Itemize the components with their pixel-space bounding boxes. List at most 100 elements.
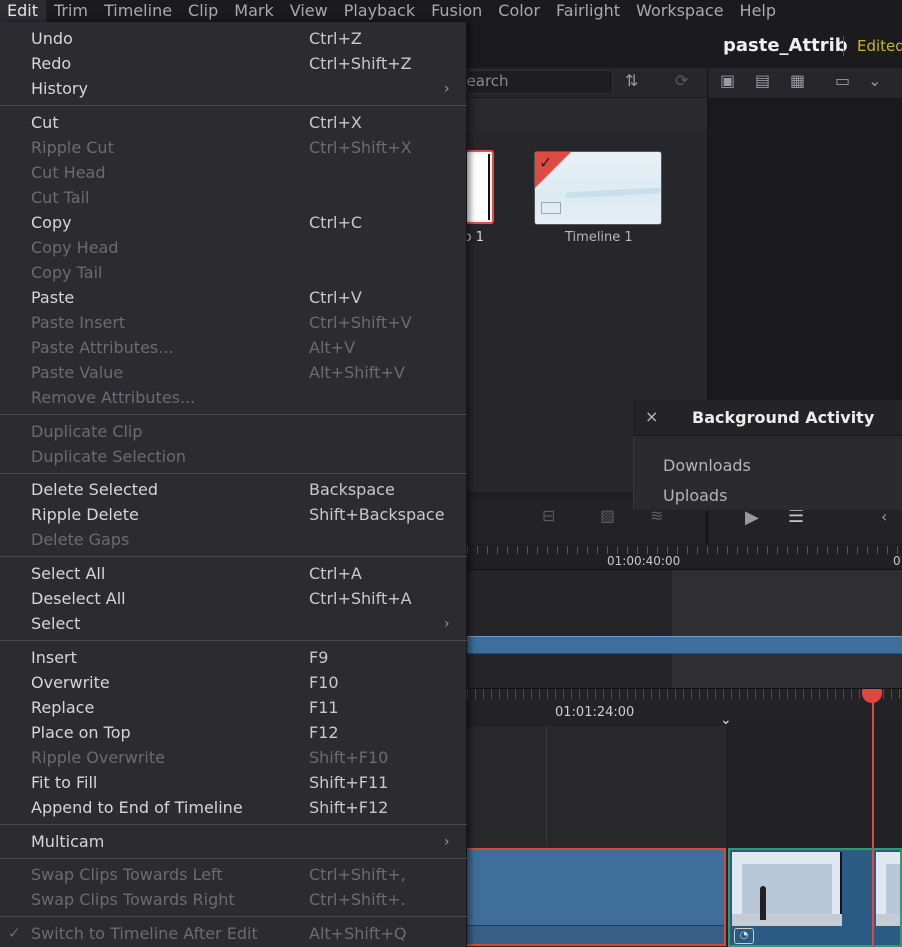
menu-workspace[interactable]: Workspace [628,0,731,22]
sliders-icon[interactable]: ☰ [788,508,804,526]
menu-separator [0,640,467,641]
menu-item-cut[interactable]: Cut Ctrl+X [0,110,467,135]
menu-item-cut-head[interactable]: Cut Head [0,160,467,185]
clip-thumbnail-timeline[interactable]: ✓ [534,151,662,225]
menu-item-duplicate-clip[interactable]: Duplicate Clip [0,419,467,444]
project-status: Edited [857,37,902,55]
ruler-ticks [467,689,902,699]
resolve-window: Edit Trim Timeline Clip Mark View Playba… [0,0,902,947]
menu-item-copy-head[interactable]: Copy Head [0,235,467,260]
upper-timeline-view-range [672,570,902,688]
menu-item-switch-to-timeline[interactable]: ✓ Switch to Timeline After Edit Alt+Shif… [0,921,467,946]
menu-item-swap-left[interactable]: Swap Clips Towards Left Ctrl+Shift+, [0,862,467,887]
speed-icon: ◔ [734,928,754,944]
timecode-upper-edge: 01:00:4 [893,554,902,568]
menu-item-history[interactable]: History › [0,76,467,101]
menu-item-select-all[interactable]: Select All Ctrl+A [0,561,467,586]
chevron-down-icon[interactable]: ⌄ [868,73,881,89]
menu-item-undo[interactable]: Undo Ctrl+Z [0,26,467,51]
menu-bar: Edit Trim Timeline Clip Mark View Playba… [0,0,902,22]
clip-frame [732,852,842,926]
playhead[interactable] [872,689,874,947]
menu-item-cut-tail[interactable]: Cut Tail [0,185,467,210]
background-activity-title: Background Activity [692,408,875,427]
checkmark-icon: ✓ [539,153,553,172]
menu-playback[interactable]: Playback [336,0,423,22]
timecode-lower: 01:01:24:00 [555,705,635,720]
menu-item-swap-right[interactable]: Swap Clips Towards Right Ctrl+Shift+. [0,887,467,912]
video-clip-name-bar [467,925,724,944]
project-title: paste_Attrib [723,35,848,56]
menu-fairlight[interactable]: Fairlight [548,0,628,22]
timeline-icon [541,202,561,214]
menu-item-place-on-top[interactable]: Place on Top F12 [0,720,467,745]
menu-separator [0,473,467,474]
menu-item-deselect-all[interactable]: Deselect All Ctrl+Shift+A [0,586,467,611]
track-divider [546,726,547,846]
image-view-icon[interactable]: ▣ [720,73,735,89]
menu-edit[interactable]: Edit [0,0,46,22]
image-icon[interactable]: ▨ [600,508,615,524]
ruler-ticks [467,546,902,554]
checkmark-icon: ✓ [8,924,21,942]
video-clip[interactable]: ◔ [728,848,902,947]
refresh-icon[interactable]: ⟳ [675,73,688,89]
sort-icon[interactable]: ⇅ [625,73,638,89]
menu-separator [0,556,467,557]
menu-item-remove-attributes[interactable]: Remove Attributes... [0,385,467,410]
menu-item-multicam[interactable]: Multicam › [0,829,467,854]
waveform-icon[interactable]: ≋ [650,508,663,524]
close-icon[interactable]: × [645,407,658,426]
chevron-left-icon[interactable]: ‹ [881,509,887,525]
downloads-item[interactable]: Downloads [663,456,751,475]
menu-item-replace[interactable]: Replace F11 [0,695,467,720]
chevron-down-icon[interactable]: ⌄ [720,712,732,728]
menu-item-copy[interactable]: Copy Ctrl+C [0,210,467,235]
chevron-right-icon: › [444,81,450,97]
menu-item-delete-gaps[interactable]: Delete Gaps [0,527,467,552]
menu-item-duplicate-selection[interactable]: Duplicate Selection [0,444,467,469]
media-pool-subbar [467,98,707,130]
menu-item-paste-value[interactable]: Paste Value Alt+Shift+V [0,360,467,385]
menu-item-insert[interactable]: Insert F9 [0,645,467,670]
viewer-size-icon[interactable]: ▭ [835,73,850,89]
menu-item-overwrite[interactable]: Overwrite F10 [0,670,467,695]
menu-item-ripple-delete[interactable]: Ripple Delete Shift+Backspace [0,502,467,527]
menu-item-redo[interactable]: Redo Ctrl+Shift+Z [0,51,467,76]
split-clip-icon[interactable]: ⊟ [542,508,555,524]
menu-item-copy-tail[interactable]: Copy Tail [0,260,467,285]
thumbnail-graphic [564,187,661,199]
menu-item-paste-attributes[interactable]: Paste Attributes... Alt+V [0,335,467,360]
menu-timeline[interactable]: Timeline [96,0,180,22]
menu-color[interactable]: Color [490,0,548,22]
menu-item-paste[interactable]: Paste Ctrl+V [0,285,467,310]
menu-view[interactable]: View [282,0,336,22]
filmstrip-icon[interactable]: ▤ [755,73,770,89]
menu-item-fit-to-fill[interactable]: Fit to Fill Shift+F11 [0,770,467,795]
menu-separator [0,858,467,859]
menu-trim[interactable]: Trim [46,0,96,22]
menu-separator [0,824,467,825]
uploads-item[interactable]: Uploads [663,486,727,505]
upper-timeline-clip[interactable] [467,636,902,654]
edit-menu: Undo Ctrl+Z Redo Ctrl+Shift+Z History › … [0,22,467,947]
menu-separator [0,916,467,917]
menu-item-ripple-overwrite[interactable]: Ripple Overwrite Shift+F10 [0,745,467,770]
menu-item-delete-selected[interactable]: Delete Selected Backspace [0,477,467,502]
clip-label-timeline: Timeline 1 [565,230,633,245]
menu-item-select[interactable]: Select › [0,611,467,636]
grid-layout-icon[interactable]: ▦ [790,73,805,89]
chevron-right-icon: › [444,616,450,632]
menu-help[interactable]: Help [732,0,784,22]
clip-frame [876,852,900,926]
play-icon[interactable]: ▶ [745,509,759,527]
menu-item-append-to-end[interactable]: Append to End of Timeline Shift+F12 [0,795,467,820]
menu-fusion[interactable]: Fusion [423,0,490,22]
menu-clip[interactable]: Clip [180,0,226,22]
menu-mark[interactable]: Mark [226,0,281,22]
menu-item-paste-insert[interactable]: Paste Insert Ctrl+Shift+V [0,310,467,335]
search-placeholder: Search [467,72,509,90]
menu-item-ripple-cut[interactable]: Ripple Cut Ctrl+Shift+X [0,135,467,160]
chevron-right-icon: › [444,834,450,850]
timecode-upper: 01:00:40:00 [607,554,681,568]
